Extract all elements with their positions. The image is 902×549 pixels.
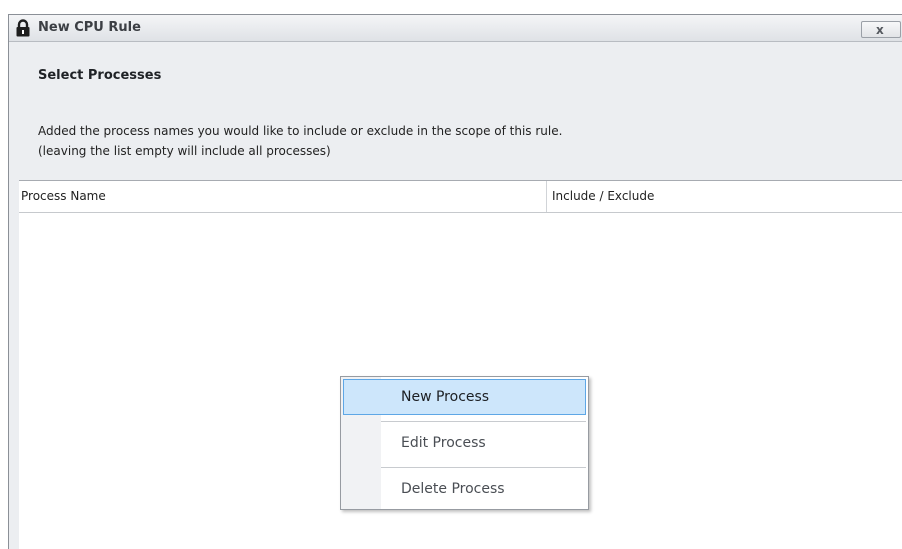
menu-item-new-process[interactable]: New Process bbox=[343, 379, 586, 415]
title-bar: New CPU Rule x bbox=[9, 15, 902, 42]
close-button[interactable]: x bbox=[861, 21, 901, 38]
menu-separator bbox=[381, 467, 586, 468]
window-title: New CPU Rule bbox=[38, 20, 141, 35]
column-header-process-name[interactable]: Process Name bbox=[19, 181, 547, 212]
menu-item-delete-process[interactable]: Delete Process bbox=[343, 471, 586, 507]
menu-separator bbox=[381, 421, 586, 422]
description-line-1: Added the process names you would like t… bbox=[38, 124, 563, 138]
menu-item-edit-process[interactable]: Edit Process bbox=[343, 425, 586, 461]
context-menu: New Process Edit Process Delete Process bbox=[340, 376, 589, 510]
section-heading: Select Processes bbox=[38, 68, 162, 83]
close-icon: x bbox=[876, 23, 884, 37]
list-header: Process Name Include / Exclude bbox=[19, 181, 902, 213]
description-line-2: (leaving the list empty will include all… bbox=[38, 144, 331, 158]
column-header-include-exclude[interactable]: Include / Exclude bbox=[547, 181, 902, 212]
lock-icon bbox=[16, 19, 30, 37]
